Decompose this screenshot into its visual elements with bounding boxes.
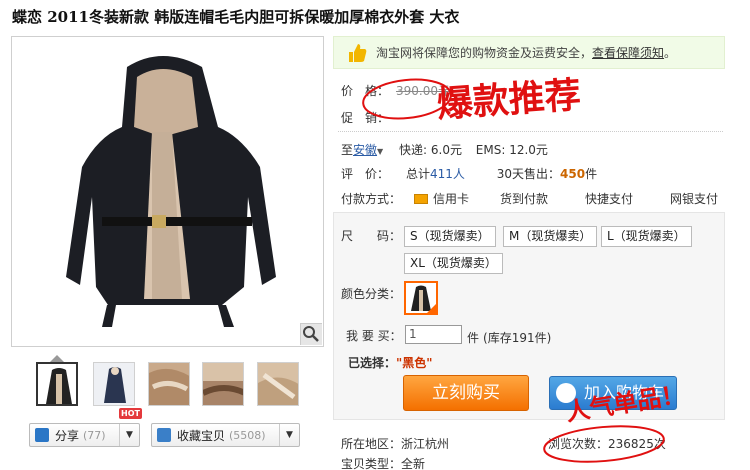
location-label: 所在地区： bbox=[341, 437, 402, 451]
selected-row: 已选择："黑色" bbox=[348, 354, 433, 371]
thumbnail-image bbox=[94, 363, 134, 405]
location-value: 浙江杭州 bbox=[401, 437, 450, 451]
review-total-prefix: 总计 bbox=[406, 167, 431, 181]
thumbnail-2[interactable] bbox=[93, 362, 135, 406]
shipping-row: 至安徽▼ 快递: 6.0元 EMS: 12.0元 bbox=[341, 141, 548, 158]
credit-card-icon bbox=[414, 194, 428, 204]
type-label: 宝贝类型： bbox=[341, 457, 402, 470]
divider bbox=[338, 131, 723, 132]
shipping-location-link[interactable]: 安徽 bbox=[353, 143, 377, 157]
stock-text: (库存191件) bbox=[483, 331, 552, 345]
thumbs-up-icon bbox=[349, 43, 367, 62]
thumbnail-image bbox=[258, 363, 298, 405]
sold-count: 450 bbox=[560, 167, 586, 181]
safety-end: 。 bbox=[664, 46, 677, 60]
type-row: 宝贝类型：全新 bbox=[341, 455, 425, 470]
sold-prefix: 30天售出： bbox=[496, 167, 561, 181]
thumbnail-strip bbox=[36, 362, 306, 408]
quantity-label: 我 要 买： bbox=[346, 329, 402, 343]
thumbnail-pointer bbox=[50, 355, 64, 362]
size-option-m[interactable]: M（现货爆卖） bbox=[503, 226, 598, 247]
payment-cod[interactable]: 货到付款 bbox=[500, 190, 548, 207]
color-label: 颜色分类： bbox=[341, 287, 402, 301]
thumbnail-image bbox=[38, 364, 76, 404]
size-option-xl[interactable]: XL（现货爆卖） bbox=[404, 253, 503, 274]
sold-unit: 件 bbox=[585, 167, 598, 181]
chevron-down-icon: ▼ bbox=[126, 430, 133, 440]
red-circle-annotation bbox=[543, 425, 665, 463]
quantity-stock: 件 (库存191件) bbox=[467, 329, 551, 346]
thumbnail-image bbox=[149, 363, 189, 405]
thumbnail-1[interactable] bbox=[36, 362, 78, 406]
safety-link[interactable]: 查看保障须知 bbox=[592, 46, 664, 60]
review-label: 评 价： bbox=[341, 167, 390, 181]
shipping-prefix: 至 bbox=[341, 143, 354, 157]
buy-now-button[interactable]: 立刻购买 bbox=[403, 375, 529, 411]
share-count: (77) bbox=[83, 428, 106, 442]
size-label: 尺 码： bbox=[341, 229, 402, 243]
thumbnail-image bbox=[203, 363, 243, 405]
selected-check-icon bbox=[427, 304, 436, 313]
selected-value: "黑色" bbox=[396, 356, 433, 370]
favorite-label: 收藏宝贝 bbox=[177, 428, 226, 443]
safety-notice: 淘宝网将保障您的购物资金及运费安全，查看保障须知。 bbox=[333, 36, 725, 69]
product-title: 蝶恋 2011冬装新款 韩版连帽毛毛内胆可拆保暖加厚棉衣外套 大衣 bbox=[12, 8, 460, 26]
magnifier-icon bbox=[303, 326, 319, 342]
favorite-button[interactable]: 收藏宝贝 (5508) ▼ bbox=[151, 423, 300, 447]
thumbnail-5[interactable] bbox=[257, 362, 299, 406]
location-row: 所在地区：浙江杭州 bbox=[341, 435, 449, 452]
quantity-input[interactable]: 1 bbox=[405, 325, 462, 344]
selected-label: 已选择： bbox=[348, 356, 397, 370]
hot-badge: HOT bbox=[119, 408, 142, 419]
chevron-down-icon[interactable]: ▼ bbox=[377, 147, 383, 156]
zoom-button[interactable] bbox=[300, 323, 322, 345]
favorite-dropdown-button[interactable]: ▼ bbox=[279, 424, 299, 446]
chevron-down-icon: ▼ bbox=[286, 430, 293, 440]
quantity-unit: 件 bbox=[467, 331, 480, 345]
size-option-s[interactable]: S（现货爆卖） bbox=[404, 226, 496, 247]
hot-recommend-overlay: 爆款推荐 bbox=[435, 73, 583, 126]
review-total-link[interactable]: 411人 bbox=[430, 167, 465, 181]
express-fee: 快递: 6.0元 bbox=[399, 143, 462, 157]
payment-credit-card[interactable]: 信用卡 bbox=[414, 190, 469, 207]
safety-text: 淘宝网将保障您的购物资金及运费安全， bbox=[376, 46, 593, 60]
share-button[interactable]: 分享 (77) ▼ bbox=[29, 423, 140, 447]
coat-image bbox=[66, 56, 276, 327]
favorite-icon bbox=[157, 428, 171, 442]
ems-fee: EMS: 12.0元 bbox=[475, 143, 548, 157]
color-swatch-black[interactable] bbox=[404, 281, 438, 315]
size-option-l[interactable]: L（现货爆卖） bbox=[601, 226, 692, 247]
share-label: 分享 bbox=[55, 428, 80, 443]
payment-label: 付款方式： bbox=[341, 192, 402, 206]
favorite-count: (5508) bbox=[229, 428, 266, 442]
thumbnail-3[interactable] bbox=[148, 362, 190, 406]
payment-quick[interactable]: 快捷支付 bbox=[585, 190, 633, 207]
payment-method-label: 信用卡 bbox=[433, 192, 470, 206]
share-icon bbox=[35, 428, 49, 442]
payment-bank[interactable]: 网银支付 bbox=[670, 190, 718, 207]
thumbnail-4[interactable] bbox=[202, 362, 244, 406]
share-dropdown-button[interactable]: ▼ bbox=[119, 424, 139, 446]
type-value: 全新 bbox=[401, 457, 426, 470]
review-row: 评 价： 总计411人 30天售出：450件 bbox=[341, 165, 597, 182]
main-product-image[interactable] bbox=[11, 36, 324, 347]
